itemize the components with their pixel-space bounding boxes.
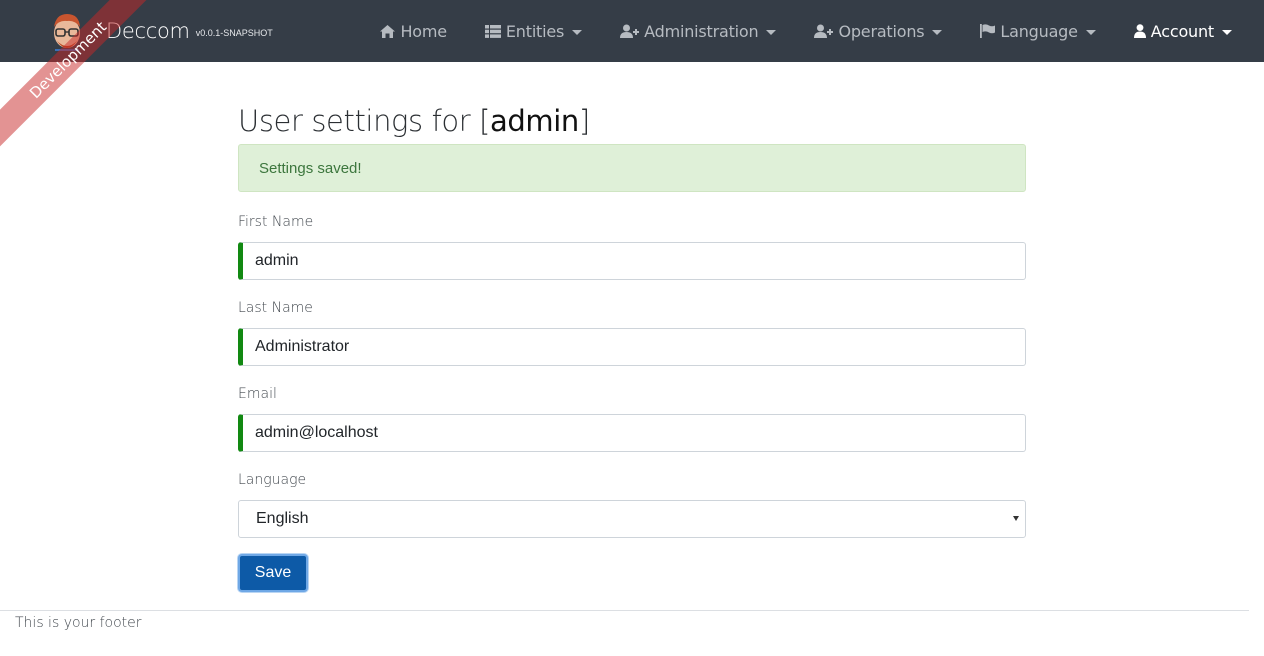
- nav-item-label: Operations: [838, 21, 925, 41]
- save-button[interactable]: Save: [238, 554, 308, 592]
- caret-down-icon: [572, 29, 583, 35]
- nav-item-home[interactable]: Home: [361, 0, 465, 62]
- user-plus-icon: [814, 24, 834, 38]
- email-input[interactable]: [238, 414, 1026, 452]
- last-name-input[interactable]: [238, 328, 1026, 366]
- brand-version: v0.0.1-SNAPSHOT: [195, 28, 273, 38]
- nav-item-account[interactable]: Account: [1115, 0, 1264, 62]
- footer-text: This is your footer: [15, 615, 142, 631]
- page-title-suffix: ]: [578, 104, 590, 138]
- email-label: Email: [238, 386, 277, 402]
- settings-panel: User settings for [admin] Settings saved…: [238, 96, 1026, 592]
- last-name-label: Last Name: [238, 300, 313, 316]
- th-list-icon: [484, 24, 501, 38]
- nav-menu: Home Entities Administration Operations …: [361, 0, 1264, 62]
- nav-item-administration[interactable]: Administration: [601, 0, 795, 62]
- first-name-input[interactable]: [238, 242, 1026, 280]
- user-icon: [1133, 24, 1146, 38]
- select-arrow-icon: [1013, 516, 1019, 521]
- nav-item-entities[interactable]: Entities: [466, 0, 601, 62]
- nav-item-operations[interactable]: Operations: [795, 0, 961, 62]
- language-select[interactable]: English: [238, 500, 1026, 538]
- page-title-username: admin: [489, 104, 579, 138]
- nav-item-label: Entities: [505, 21, 565, 41]
- first-name-label: First Name: [238, 214, 314, 230]
- brand-title[interactable]: Deccom: [106, 19, 190, 43]
- caret-down-icon: [1085, 29, 1096, 35]
- nav-item-language[interactable]: Language: [961, 0, 1114, 62]
- navbar: Deccom v0.0.1-SNAPSHOT Home Entities Adm…: [0, 0, 1264, 62]
- nav-item-label: Language: [1000, 21, 1078, 41]
- flag-icon: [980, 24, 996, 38]
- nav-item-label: Home: [400, 21, 447, 41]
- home-icon: [380, 24, 396, 38]
- page-title-prefix: User settings for [: [238, 104, 490, 138]
- nav-item-label: Administration: [644, 21, 759, 41]
- caret-down-icon: [932, 29, 943, 35]
- language-label: Language: [238, 472, 307, 488]
- nav-item-label: Account: [1150, 21, 1214, 41]
- user-plus-icon: [620, 24, 640, 38]
- footer-divider: [0, 610, 1249, 611]
- language-select-value: English: [256, 510, 309, 527]
- caret-down-icon: [766, 29, 777, 35]
- success-alert: Settings saved!: [238, 144, 1026, 192]
- page-title: User settings for [admin]: [238, 96, 1026, 146]
- caret-down-icon: [1222, 29, 1232, 35]
- logo-icon: [50, 11, 84, 51]
- brand-link[interactable]: Deccom v0.0.1-SNAPSHOT: [50, 8, 273, 54]
